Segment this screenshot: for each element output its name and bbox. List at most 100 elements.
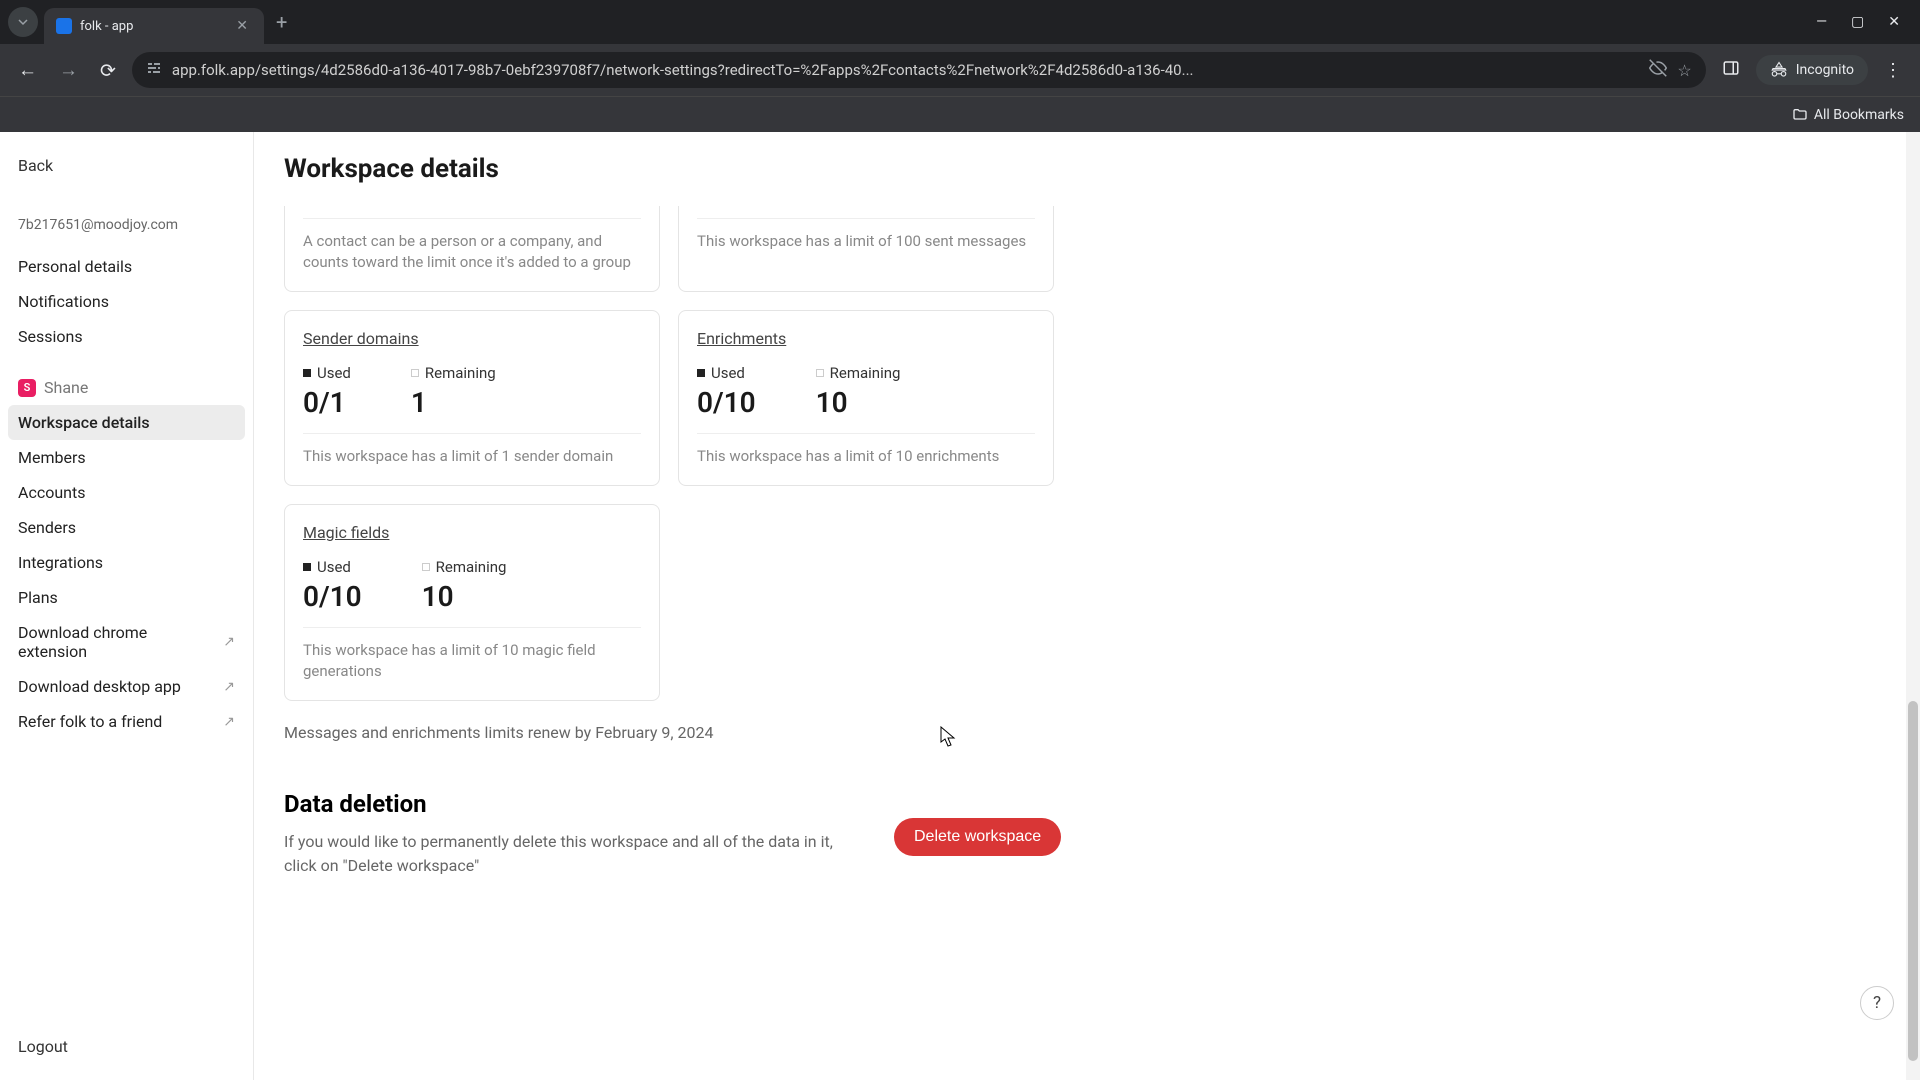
all-bookmarks-button[interactable]: All Bookmarks [1792, 107, 1904, 123]
sidebar-item-label: Accounts [18, 483, 85, 502]
address-bar[interactable]: app.folk.app/settings/4d2586d0-a136-4017… [132, 52, 1706, 88]
usage-card-magic-fields: Magic fields Used 0/10 Remaining 10 This… [284, 504, 660, 701]
browser-tab[interactable]: folk - app ✕ [44, 8, 264, 44]
sidebar-item-chrome-extension[interactable]: Download chrome extension ↗ [8, 615, 245, 669]
sidebar-item-notifications[interactable]: Notifications [8, 284, 245, 319]
card-note: A contact can be a person or a company, … [303, 231, 641, 273]
scrollbar-track[interactable] [1906, 132, 1920, 1080]
legend-filled-icon [697, 369, 705, 377]
tab-title: folk - app [80, 19, 224, 34]
app-root: Back 7b217651@moodjoy.com Personal detai… [0, 132, 1920, 1080]
used-value: 0/1 [303, 386, 351, 419]
used-label: Used [303, 558, 362, 576]
maximize-icon[interactable]: ▢ [1851, 14, 1864, 30]
new-tab-button[interactable]: + [264, 10, 299, 34]
tab-favicon-icon [56, 18, 72, 34]
card-title[interactable]: Enrichments [697, 329, 1035, 348]
divider [697, 218, 1035, 219]
site-settings-icon[interactable] [146, 60, 162, 80]
used-value: 0/10 [697, 386, 756, 419]
main-content: Workspace details A contact can be a per… [254, 132, 1920, 1080]
sidebar-item-sessions[interactable]: Sessions [8, 319, 245, 354]
chevron-down-icon [17, 16, 29, 28]
legend-empty-icon [422, 563, 430, 571]
card-stats: Used 0/10 Remaining 10 [697, 364, 1035, 419]
used-label: Used [303, 364, 351, 382]
remaining-value: 1 [411, 386, 496, 419]
renewal-note: Messages and enrichments limits renew by… [284, 723, 1890, 742]
divider [303, 218, 641, 219]
tab-search-dropdown[interactable] [8, 7, 38, 37]
card-note: This workspace has a limit of 1 sender d… [303, 446, 641, 467]
close-tab-icon[interactable]: ✕ [232, 16, 252, 36]
remaining-value: 10 [816, 386, 901, 419]
workspace-name: Shane [44, 378, 88, 397]
usage-card-enrichments: Enrichments Used 0/10 Remaining 10 This … [678, 310, 1054, 486]
incognito-indicator[interactable]: Incognito [1756, 55, 1868, 85]
url-text: app.folk.app/settings/4d2586d0-a136-4017… [172, 61, 1639, 79]
back-link[interactable]: Back [8, 148, 245, 183]
sidebar-item-label: Personal details [18, 257, 132, 276]
sidebar-item-label: Download desktop app [18, 677, 181, 696]
browser-menu-icon[interactable]: ⋮ [1878, 54, 1908, 87]
deletion-title: Data deletion [284, 790, 854, 818]
legend-empty-icon [816, 369, 824, 377]
deletion-body: If you would like to permanently delete … [284, 830, 854, 878]
sidebar-item-workspace-details[interactable]: Workspace details [8, 405, 245, 440]
browser-toolbar: ← → ⟳ app.folk.app/settings/4d2586d0-a13… [0, 44, 1920, 96]
sidebar-item-label: Senders [18, 518, 76, 537]
card-title[interactable]: Magic fields [303, 523, 641, 542]
reload-icon[interactable]: ⟳ [94, 53, 122, 88]
sidebar-item-desktop-app[interactable]: Download desktop app↗ [8, 669, 245, 704]
side-panel-icon[interactable] [1716, 53, 1746, 87]
sidebar-item-senders[interactable]: Senders [8, 510, 245, 545]
back-icon[interactable]: ← [12, 52, 43, 88]
sidebar-item-members[interactable]: Members [8, 440, 245, 475]
used-value: 0/10 [303, 580, 362, 613]
card-title[interactable]: Sender domains [303, 329, 641, 348]
legend-filled-icon [303, 369, 311, 377]
data-deletion-section: Data deletion If you would like to perma… [284, 790, 1064, 878]
legend-empty-icon [411, 369, 419, 377]
forward-icon[interactable]: → [53, 52, 84, 88]
usage-card-contacts-partial: A contact can be a person or a company, … [284, 206, 660, 292]
sidebar-item-label: Integrations [18, 553, 103, 572]
sidebar-item-label: Refer folk to a friend [18, 712, 162, 731]
remaining-label: Remaining [422, 558, 507, 576]
card-stats: Used 0/1 Remaining 1 [303, 364, 641, 419]
card-note: This workspace has a limit of 10 magic f… [303, 640, 641, 682]
sidebar-item-plans[interactable]: Plans [8, 580, 245, 615]
browser-tab-bar: folk - app ✕ + — ▢ ✕ [0, 0, 1920, 44]
remaining-label: Remaining [816, 364, 901, 382]
card-note: This workspace has a limit of 10 enrichm… [697, 446, 1035, 467]
close-window-icon[interactable]: ✕ [1888, 14, 1900, 30]
divider [697, 433, 1035, 434]
sidebar-item-integrations[interactable]: Integrations [8, 545, 245, 580]
external-link-icon: ↗ [223, 714, 235, 730]
sidebar-item-label: Sessions [18, 327, 83, 346]
eye-off-icon[interactable] [1649, 59, 1667, 81]
divider [303, 433, 641, 434]
remaining-value: 10 [422, 580, 507, 613]
workspace-switcher[interactable]: S Shane [8, 370, 245, 405]
sidebar-item-label: Members [18, 448, 86, 467]
sidebar-item-refer[interactable]: Refer folk to a friend ↗ [8, 704, 245, 739]
sidebar-item-label: Download chrome extension [18, 623, 215, 661]
sidebar-item-label: Notifications [18, 292, 109, 311]
external-link-icon: ↗ [223, 634, 235, 650]
folder-icon [1792, 107, 1808, 123]
delete-workspace-button[interactable]: Delete workspace [894, 818, 1061, 856]
help-button[interactable]: ? [1860, 986, 1894, 1020]
sidebar-item-personal-details[interactable]: Personal details [8, 249, 245, 284]
scrollbar-thumb[interactable] [1908, 701, 1918, 1061]
usage-cards-grid: A contact can be a person or a company, … [284, 206, 1890, 701]
divider [303, 627, 641, 628]
user-email: 7b217651@moodjoy.com [8, 211, 245, 239]
window-controls: — ▢ ✕ [1816, 14, 1912, 30]
minimize-icon[interactable]: — [1816, 14, 1827, 30]
sidebar-item-accounts[interactable]: Accounts [8, 475, 245, 510]
workspace-badge: S [18, 379, 36, 397]
logout-button[interactable]: Logout [8, 1029, 245, 1064]
bookmark-star-icon[interactable]: ☆ [1677, 61, 1691, 80]
used-label: Used [697, 364, 756, 382]
